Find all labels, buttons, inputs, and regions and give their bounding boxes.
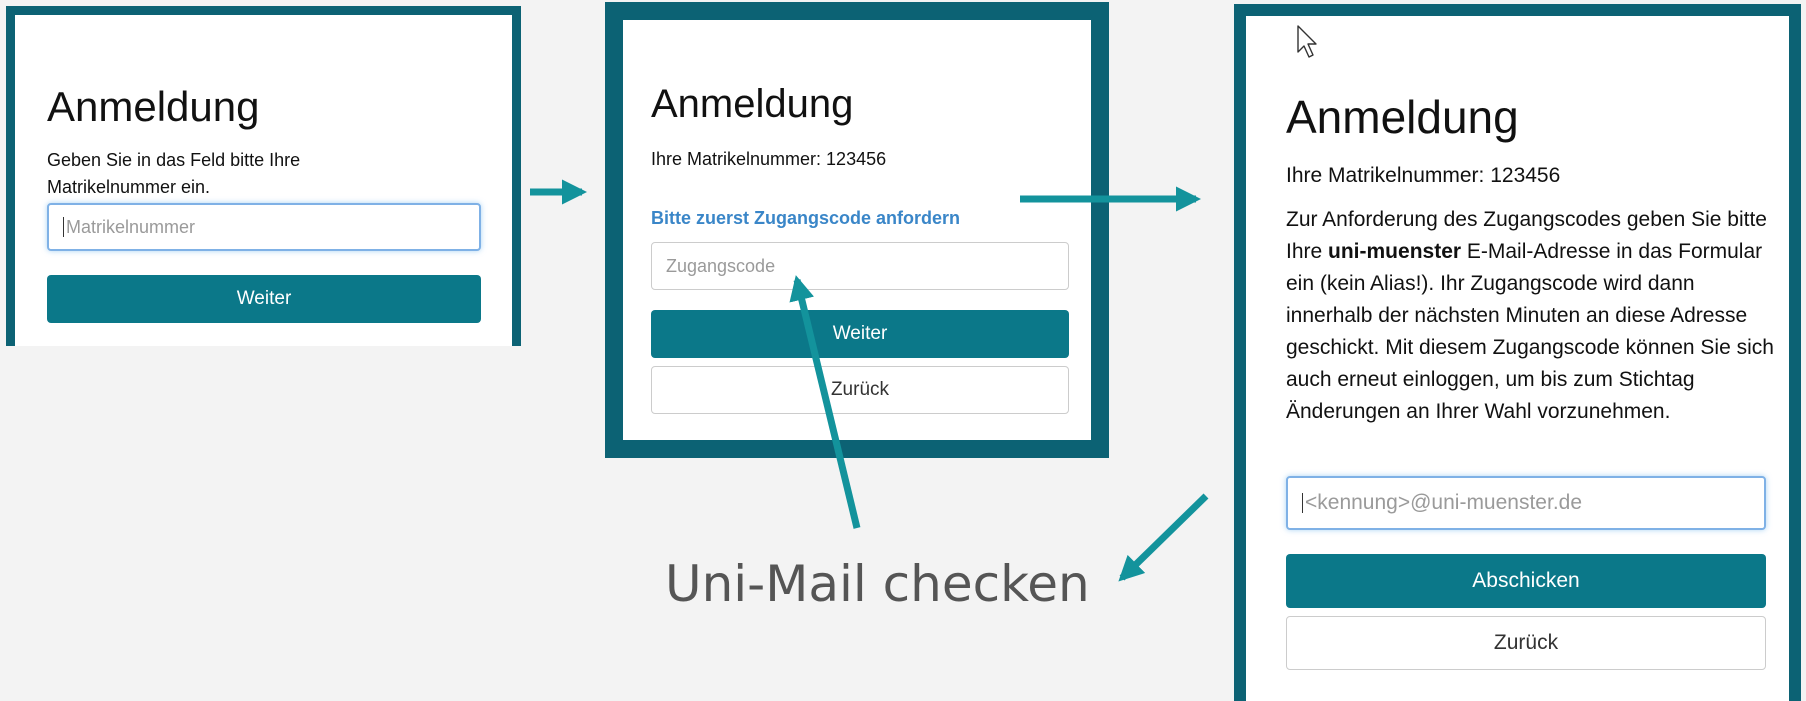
input-placeholder: <kennung>@uni-muenster.de bbox=[1305, 491, 1583, 514]
instruction-text: Geben Sie in das Feld bitte Ihre Matrike… bbox=[47, 150, 301, 197]
email-input[interactable]: <kennung>@uni-muenster.de bbox=[1286, 476, 1766, 530]
login-panel-step-3: Anmeldung Ihre Matrikelnummer: 123456 Zu… bbox=[1234, 4, 1801, 701]
continue-button[interactable]: Weiter bbox=[651, 310, 1069, 358]
submit-button[interactable]: Abschicken bbox=[1286, 554, 1766, 608]
access-code-info-text: Zur Anforderung des Zugangscodes geben S… bbox=[1286, 204, 1776, 428]
student-id-text: Ihre Matrikelnummer: 123456 bbox=[1286, 164, 1561, 187]
text-caret bbox=[1302, 493, 1303, 513]
check-uni-mail-caption: Uni-Mail checken bbox=[665, 555, 1090, 613]
info-text-part: E-Mail-Adresse in das Formular ein (kein… bbox=[1286, 240, 1774, 423]
back-button[interactable]: Zurück bbox=[1286, 616, 1766, 670]
access-code-input[interactable]: Zugangscode bbox=[651, 242, 1069, 290]
panel-title: Anmeldung bbox=[1286, 91, 1519, 143]
input-placeholder: Zugangscode bbox=[666, 255, 776, 276]
input-placeholder: Matrikelnummer bbox=[66, 216, 196, 237]
back-button[interactable]: Zurück bbox=[651, 366, 1069, 414]
arrow-icon bbox=[1118, 493, 1209, 582]
info-text-university: uni-muenster bbox=[1328, 240, 1462, 263]
request-code-link[interactable]: Bitte zuerst Zugangscode anfordern bbox=[651, 208, 960, 229]
login-panel-step-2: Anmeldung Ihre Matrikelnummer: 123456 Bi… bbox=[605, 2, 1109, 458]
panel-title: Anmeldung bbox=[47, 83, 260, 130]
student-id-text: Ihre Matrikelnummer: 123456 bbox=[651, 149, 887, 169]
text-caret bbox=[63, 217, 64, 237]
continue-button[interactable]: Weiter bbox=[47, 275, 481, 323]
panel-title: Anmeldung bbox=[651, 82, 854, 126]
matriculation-number-input[interactable]: Matrikelnummer bbox=[47, 203, 481, 251]
login-panel-step-1: Anmeldung Geben Sie in das Feld bitte Ih… bbox=[6, 6, 521, 346]
